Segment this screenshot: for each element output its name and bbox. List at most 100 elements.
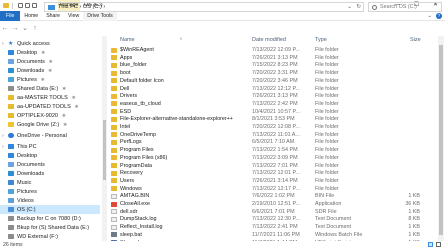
expand-ribbon-button[interactable]: ⌄ (427, 11, 432, 21)
sidebar-item-label: aa-MASTER TOOLS (17, 94, 68, 101)
file-type: File folder (315, 85, 339, 92)
application-icon (111, 201, 117, 207)
address-dropdown-button[interactable]: ⌄ (347, 4, 352, 10)
sidebar-item[interactable]: WD External (F:) (0, 232, 58, 241)
tab-home[interactable]: Home (20, 11, 42, 21)
search-input[interactable]: Search OS (C:) (368, 2, 442, 12)
forward-button[interactable]: → (10, 25, 20, 32)
file-type: File folder (315, 170, 339, 177)
recent-locations-button[interactable]: ⌄ (20, 24, 30, 32)
expand-chevron-icon[interactable]: › (2, 144, 7, 150)
folder-icon (8, 95, 14, 100)
expand-chevron-icon[interactable]: › (2, 41, 7, 47)
sidebar-item[interactable]: Documents ✱ (0, 57, 53, 66)
date-modified: 7/26/2021 3:14 PM (252, 177, 298, 184)
sidebar-item[interactable]: Pictures ✱ (0, 75, 45, 84)
back-button[interactable]: ← (0, 25, 10, 32)
sidebar-item[interactable]: aa-UPDATED TOOLS ✱ (0, 102, 79, 111)
large-icons-view-icon[interactable] (436, 242, 441, 247)
folder-icon (111, 55, 117, 61)
drive-icon (8, 86, 14, 91)
sidebar-item[interactable]: › This PC (0, 142, 37, 151)
sidebar-item[interactable]: OS (C:) (0, 205, 100, 214)
file-type: File folder (315, 139, 339, 146)
sidebar-item[interactable]: Downloads (0, 169, 44, 178)
file-type: Text Document (315, 216, 351, 223)
folder-icon (111, 116, 117, 122)
sidebar-item-label: Quick access (17, 40, 50, 47)
file-name: easeus_tb_cloud (120, 100, 161, 107)
column-header-name[interactable]: Name (120, 37, 135, 43)
file-type: File folder (315, 62, 339, 69)
help-icon[interactable]: ? (436, 13, 442, 19)
properties-icon[interactable] (18, 3, 23, 8)
date-modified: 7/15/2022 8:23 PM (252, 62, 298, 69)
file-name: boot (120, 70, 131, 77)
os-drive-icon (8, 207, 14, 212)
sidebar-item-label: Documents (17, 58, 45, 65)
details-view-icon[interactable] (428, 242, 433, 247)
column-header-size[interactable]: Size (410, 37, 421, 43)
date-modified: 11/7/2021 11:06 PM (252, 231, 300, 238)
column-header-type[interactable]: Type (315, 37, 327, 43)
folder-icon (111, 86, 117, 91)
sidebar-item[interactable]: Pictures (0, 187, 37, 196)
sidebar-item[interactable]: Bkup for (S) Shared Data (E:) (0, 223, 89, 232)
up-button[interactable]: ↑ (30, 25, 40, 32)
column-header-date[interactable]: Date modified (252, 37, 286, 43)
tab-view[interactable]: View (64, 11, 83, 21)
tab-share[interactable]: Share (42, 11, 64, 21)
file-type: SDR File (315, 208, 337, 215)
sidebar-item[interactable]: Music (0, 178, 31, 187)
folder-icon (8, 113, 14, 118)
sidebar-item[interactable]: › OneDrive - Personal (0, 131, 67, 140)
folder-icon (111, 101, 117, 107)
sidebar-item[interactable]: aa-MASTER TOOLS ✱ (0, 93, 76, 102)
sidebar-item[interactable]: › ★ Quick access (0, 39, 50, 48)
date-modified: 7/13/2022 12:12 P... (252, 85, 300, 92)
drive-icon (8, 225, 14, 230)
file-type: File folder (315, 185, 339, 192)
file-type: File folder (315, 124, 339, 130)
refresh-button[interactable]: ↻ (356, 4, 361, 10)
sidebar-item[interactable]: Videos (0, 196, 34, 205)
customize-quick-access-icon[interactable] (32, 3, 37, 8)
folder-icon (111, 132, 117, 138)
sidebar-item[interactable]: Desktop ✱ (0, 48, 45, 57)
file-type: Text Document (315, 224, 351, 231)
file-name: Apps (120, 54, 133, 61)
sidebar-item[interactable]: Desktop (0, 151, 37, 160)
nav-scrollbar-thumb[interactable] (103, 120, 106, 180)
navigation-pane: › ★ Quick access Desktop ✱ Documents ✱ Download… (0, 36, 108, 241)
file-name: Default folder Icon (120, 77, 164, 84)
breadcrumb[interactable]: This PC › OS (C:) › (58, 4, 105, 10)
star-icon: ★ (8, 40, 14, 47)
date-modified: 10/4/2021 10:57 P... (252, 108, 300, 115)
file-list: Name ^ Date modified Type Size $WinREAge… (110, 36, 445, 241)
file-name: dell.sdr (120, 208, 138, 215)
file-list-scrollbar-thumb[interactable] (439, 45, 443, 235)
sidebar-item[interactable]: Google Drive (Z:) ✱ (0, 120, 67, 129)
expand-chevron-icon[interactable]: › (2, 133, 7, 139)
folder-icon (111, 124, 117, 130)
sidebar-item[interactable]: Downloads ✱ (0, 66, 52, 75)
address-bar[interactable]: This PC › OS (C:) › ⌄ ↻ (44, 2, 364, 12)
sidebar-item[interactable]: Backup for C on 7080 (D:) (0, 214, 81, 223)
search-placeholder: Search OS (C:) (380, 4, 417, 10)
search-icon (372, 4, 377, 10)
file-type: Application (315, 201, 342, 207)
ribbon-tabs: File Home Share View Drive Tools ⌄ ? (0, 10, 445, 21)
desktop-icon (8, 50, 14, 55)
tab-drive-tools[interactable]: Drive Tools (83, 10, 117, 21)
folder-icon (111, 70, 117, 76)
file-type: File folder (315, 100, 339, 107)
file-type: File folder (315, 147, 339, 154)
sidebar-item[interactable]: Documents (0, 160, 45, 169)
new-folder-icon[interactable] (25, 3, 30, 8)
sidebar-item-label: Downloads (17, 170, 45, 177)
tab-file[interactable]: File (0, 10, 21, 21)
file-type: File folder (315, 177, 339, 184)
sidebar-item[interactable]: OPTIPLEX-9020 ✱ (0, 111, 66, 120)
file-type: Windows Batch File (315, 231, 363, 238)
sidebar-item[interactable]: Shared Data (E:) ✱ (0, 84, 66, 93)
